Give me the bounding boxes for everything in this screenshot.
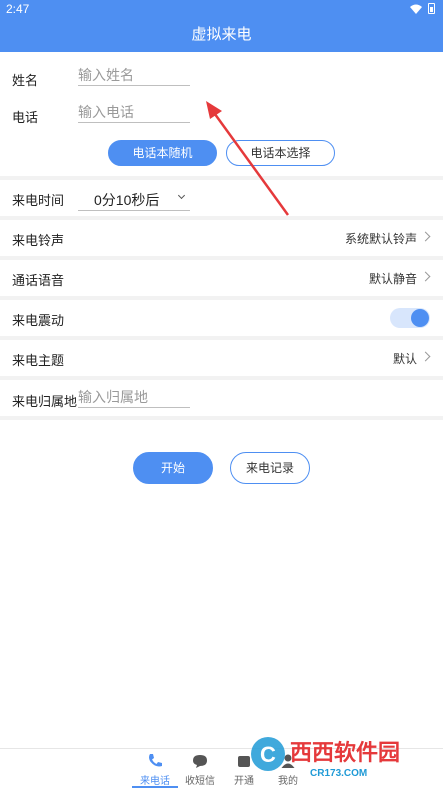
chevron-down-icon <box>177 191 186 200</box>
theme-row[interactable]: 来电主题 默认 <box>0 340 443 376</box>
page-title: 虚拟来电 <box>191 26 252 43</box>
divider <box>0 416 443 420</box>
location-input[interactable] <box>78 386 190 408</box>
nav-item-incoming-call[interactable]: 来电话 <box>132 749 178 788</box>
phone-label: 电话 <box>12 110 39 125</box>
name-label: 姓名 <box>12 73 39 88</box>
call-time-select[interactable]: 0分10秒后 <box>78 187 190 211</box>
voice-value: 默认静音 <box>368 272 417 286</box>
start-button[interactable]: 开始 <box>133 452 213 484</box>
vibrate-row: 来电震动 <box>0 300 443 336</box>
divider <box>0 376 443 380</box>
theme-value: 默认 <box>392 352 417 366</box>
status-bar: 2:47 <box>0 0 443 18</box>
watermark-logo: C 西西软件园 CR173.COM <box>251 737 400 779</box>
vibrate-label: 来电震动 <box>12 313 65 328</box>
chevron-right-icon <box>420 351 431 362</box>
ringtone-value: 系统默认铃声 <box>344 232 417 246</box>
message-icon <box>193 755 207 768</box>
call-time-row: 来电时间 0分10秒后 <box>0 180 443 216</box>
toggle-knob <box>411 309 429 327</box>
chevron-right-icon <box>420 271 431 282</box>
svg-text:C: C <box>260 742 276 767</box>
phone-input[interactable] <box>78 101 190 123</box>
nav-label: 来电话 <box>140 776 170 787</box>
nav-item-sms[interactable]: 收短信 <box>177 749 223 788</box>
battery-icon <box>428 3 435 14</box>
ringtone-row[interactable]: 来电铃声 系统默认铃声 <box>0 220 443 256</box>
call-time-value: 0分10秒后 <box>94 192 160 208</box>
app-bar: 虚拟来电 <box>0 18 443 52</box>
theme-label: 来电主题 <box>12 353 65 368</box>
chevron-right-icon <box>420 231 431 242</box>
voice-row[interactable]: 通话语音 默认静音 <box>0 260 443 296</box>
call-time-label: 来电时间 <box>12 193 65 208</box>
status-time: 2:47 <box>6 2 30 16</box>
call-history-button[interactable]: 来电记录 <box>230 452 310 484</box>
location-label: 来电归属地 <box>12 394 78 409</box>
nav-label: 收短信 <box>185 776 215 787</box>
name-input[interactable] <box>78 64 190 86</box>
phonebook-random-button[interactable]: 电话本随机 <box>108 140 217 166</box>
phonebook-select-button[interactable]: 电话本选择 <box>226 140 335 166</box>
phone-icon <box>149 754 162 767</box>
voice-label: 通话语音 <box>12 273 65 288</box>
wifi-icon <box>410 4 422 14</box>
watermark-domain: CR173.COM <box>310 768 367 779</box>
vibrate-toggle[interactable] <box>390 308 430 328</box>
watermark-brand: 西西软件园 <box>290 740 400 766</box>
status-icons <box>410 3 435 14</box>
ringtone-label: 来电铃声 <box>12 233 65 248</box>
